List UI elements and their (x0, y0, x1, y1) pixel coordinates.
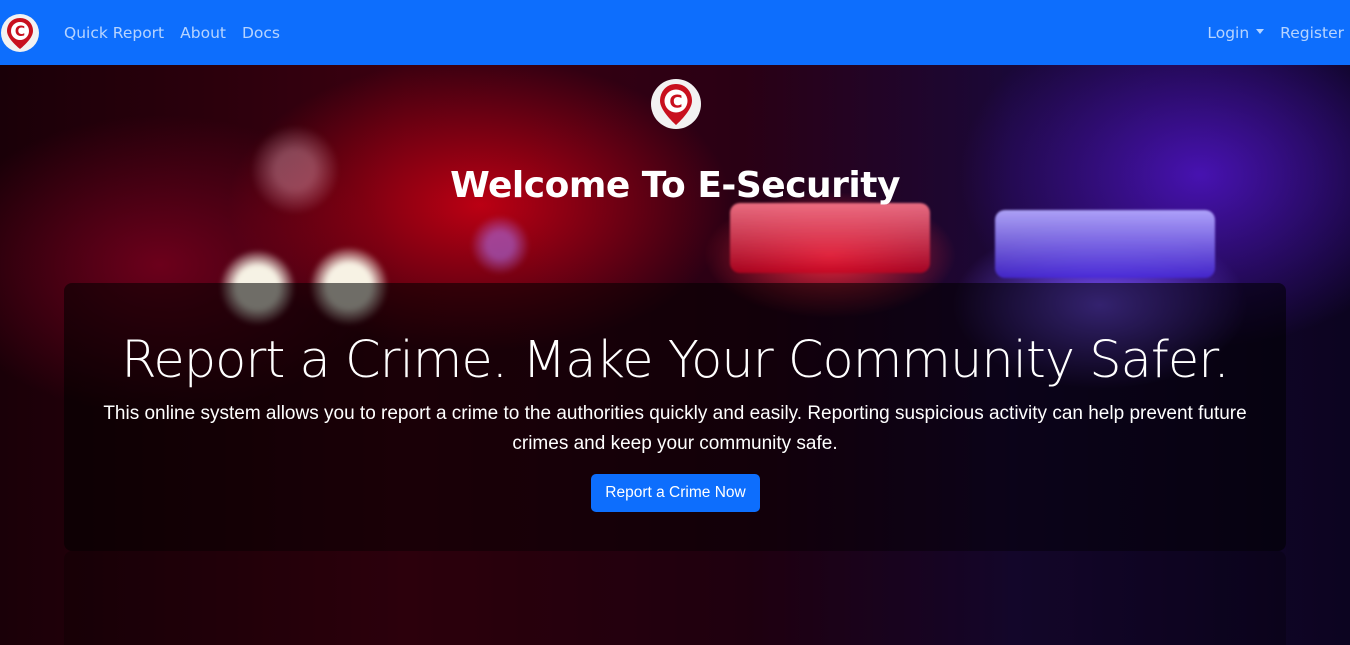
svg-text:C: C (15, 24, 25, 40)
hero-title: Welcome To E-Security (450, 165, 900, 206)
background-blue-siren-light (995, 210, 1215, 278)
background-red-siren-light (730, 203, 930, 273)
login-label: Login (1207, 23, 1250, 42)
hero-lead-text: This online system allows you to report … (103, 403, 1247, 454)
nav-link-about[interactable]: About (180, 24, 226, 42)
svg-text:C: C (669, 92, 682, 113)
nav-link-register[interactable]: Register (1280, 24, 1344, 42)
nav-link-docs[interactable]: Docs (242, 24, 280, 42)
nav-link-quick-report[interactable]: Quick Report (64, 24, 164, 42)
caret-down-icon (1256, 28, 1265, 34)
hero-section: C Welcome To E-Security Report a Crime. … (0, 65, 1350, 645)
hero-headline: Report a Crime. Make Your Community Safe… (121, 331, 1229, 390)
background-bokeh-light (470, 215, 530, 275)
panel-footer-overlay (64, 551, 1286, 645)
brand-logo-link[interactable]: C (0, 13, 40, 53)
nav-left-links: Quick Report About Docs (64, 24, 296, 42)
hero-content-panel: Report a Crime. Make Your Community Safe… (64, 283, 1286, 551)
nav-right-links: Login Register (1191, 24, 1344, 42)
map-pin-c-logo-icon: C (651, 79, 701, 129)
top-navbar: C Quick Report About Docs Login Register (0, 0, 1350, 65)
report-crime-now-button[interactable]: Report a Crime Now (591, 474, 760, 512)
map-pin-c-logo-icon: C (1, 13, 39, 52)
login-dropdown-toggle[interactable]: Login (1207, 23, 1265, 42)
